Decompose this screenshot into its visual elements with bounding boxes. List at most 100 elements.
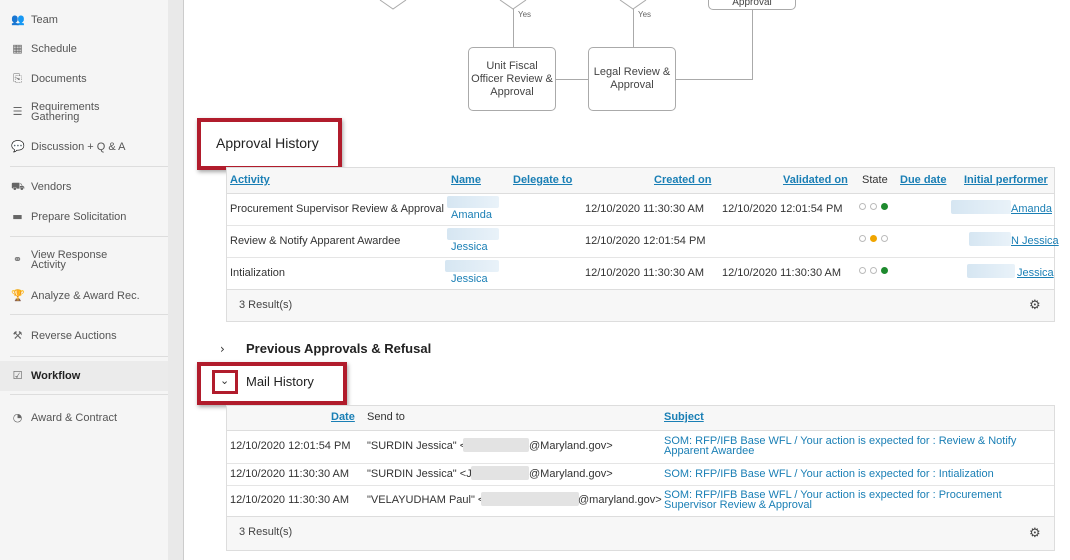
col-created[interactable]: Created on — [654, 174, 711, 186]
sidebar-item-label: Workflow — [31, 370, 81, 382]
sidebar-item-label: Vendors — [31, 181, 72, 193]
performer-link[interactable]: Amanda — [1011, 203, 1052, 215]
performer-link[interactable]: Jessica — [1017, 267, 1054, 279]
redacted-performer — [967, 264, 1015, 278]
sidebar-item-prepare-solicitation[interactable]: ▬ Prepare Solicitation — [0, 203, 168, 231]
created-cell: 12/10/2020 11:30:30 AM — [585, 203, 705, 215]
col-due[interactable]: Due date — [900, 174, 946, 186]
col-activity[interactable]: Activity — [230, 174, 270, 186]
sidebar-item-label: View Response Activity — [31, 249, 108, 271]
approval-history-title: Approval History — [216, 135, 319, 151]
performer-link[interactable]: N Jessica — [1011, 235, 1059, 247]
validated-cell: 12/10/2020 12:01:54 PM — [722, 203, 843, 215]
team-icon: 👥 — [11, 13, 25, 26]
date-cell: 12/10/2020 11:30:30 AM — [230, 468, 350, 480]
connector — [675, 79, 753, 80]
state-dot — [859, 203, 866, 210]
validated-cell: 12/10/2020 11:30:30 AM — [722, 267, 842, 279]
sidebar-divider — [10, 356, 168, 357]
chevron-down-icon[interactable]: ⌄ — [220, 374, 229, 387]
sidebar-separator — [183, 0, 184, 560]
sidebar-item-schedule[interactable]: ▦ Schedule — [0, 35, 168, 63]
name-link[interactable]: Jessica — [451, 273, 488, 285]
document-icon: ⎘ — [13, 72, 22, 85]
fiscal-officer-step: Unit Fiscal Officer Review & Approval — [468, 47, 556, 111]
name-link[interactable]: Jessica — [451, 241, 488, 253]
activity-cell: Procurement Supervisor Review & Approval — [230, 203, 444, 215]
connector — [555, 79, 588, 80]
sidebar-item-label: Discussion + Q & A — [31, 141, 126, 153]
redacted-performer — [951, 200, 1011, 214]
sidebar-divider — [10, 314, 168, 315]
redacted-email — [481, 492, 579, 506]
state-dot — [859, 235, 866, 242]
redacted-name — [447, 228, 499, 240]
trophy-icon: 🏆 — [11, 289, 25, 302]
sidebar-gutter — [168, 0, 183, 560]
activity-cell: Intialization — [230, 267, 286, 279]
sidebar-item-documents[interactable]: ⎘ Documents — [0, 65, 168, 93]
col-delegate[interactable]: Delegate to — [513, 174, 572, 186]
previous-approvals-toggle[interactable]: Previous Approvals & Refusal — [246, 341, 431, 356]
state-dot-active — [881, 203, 888, 210]
binoculars-icon: ⚭ — [12, 253, 23, 266]
sidebar-item-label: Prepare Solicitation — [31, 211, 127, 223]
results-count: 3 Result(s) — [239, 526, 293, 538]
subject-link[interactable]: SOM: RFP/IFB Base WFL / Your action is e… — [664, 490, 1044, 511]
connector — [513, 9, 514, 47]
sendto-name: "SURDIN Jessica" <J — [367, 468, 472, 480]
col-name[interactable]: Name — [451, 174, 481, 186]
sidebar-item-vendors[interactable]: ⛟ Vendors — [0, 173, 168, 201]
gear-icon[interactable]: ⚙ — [1029, 298, 1041, 313]
sidebar-item-workflow[interactable]: ☑ Workflow — [0, 361, 168, 391]
col-performer[interactable]: Initial performer — [964, 174, 1048, 186]
subject-link[interactable]: SOM: RFP/IFB Base WFL / Your action is e… — [664, 436, 1044, 457]
sidebar-item-analyze-award[interactable]: 🏆 Analyze & Award Rec. — [0, 282, 168, 310]
redacted-name — [445, 260, 499, 272]
date-cell: 12/10/2020 12:01:54 PM — [230, 440, 351, 452]
row-divider — [227, 225, 1054, 226]
sidebar-item-label: Requirements Gathering — [31, 101, 100, 123]
sidebar-item-label: Team — [31, 14, 58, 26]
sidebar-item-view-response[interactable]: ⚭ View Response Activity — [0, 246, 168, 274]
sendto-name: "SURDIN Jessica" < — [367, 440, 467, 452]
table-footer: 3 Result(s) ⚙ — [227, 289, 1054, 321]
sidebar-item-label: Schedule — [31, 43, 77, 55]
row-divider — [227, 463, 1054, 464]
sidebar-item-team[interactable]: 👥 Team — [0, 6, 168, 34]
sidebar-item-award-contract[interactable]: ◔ Award & Contract — [0, 404, 168, 432]
sidebar-item-label: Analyze & Award Rec. — [31, 290, 140, 302]
sendto-domain: @Maryland.gov> — [529, 440, 613, 452]
results-count: 3 Result(s) — [239, 299, 293, 311]
truck-icon: ⛟ — [11, 180, 25, 193]
folder-icon: ▬ — [12, 210, 23, 223]
col-subject[interactable]: Subject — [664, 411, 704, 423]
sidebar-divider — [10, 394, 168, 395]
yes-label: Yes — [638, 10, 652, 19]
chevron-right-icon[interactable]: › — [220, 342, 225, 356]
step-label: Legal Review & Approval — [593, 66, 671, 91]
chat-icon: 💬 — [11, 140, 25, 153]
sendto-name: "VELAYUDHAM Paul" < — [367, 494, 485, 506]
gear-icon[interactable]: ⚙ — [1029, 526, 1041, 541]
sidebar-item-reverse-auctions[interactable]: ⚒ Reverse Auctions — [0, 322, 168, 350]
subject-link[interactable]: SOM: RFP/IFB Base WFL / Your action is e… — [664, 469, 994, 480]
row-divider — [227, 257, 1054, 258]
col-validated[interactable]: Validated on — [783, 174, 848, 186]
sidebar-item-requirements[interactable]: ☰ Requirements Gathering — [0, 98, 168, 126]
col-state: State — [862, 174, 888, 186]
state-dot — [881, 235, 888, 242]
legal-review-step: Legal Review & Approval — [588, 47, 676, 111]
sidebar: 👥 Team ▦ Schedule ⎘ Documents ☰ Requirem… — [0, 0, 168, 560]
redacted-name — [447, 196, 499, 208]
step-label: Approval — [732, 0, 772, 8]
connector — [752, 9, 753, 80]
date-cell: 12/10/2020 11:30:30 AM — [230, 494, 350, 506]
sidebar-item-discussion[interactable]: 💬 Discussion + Q & A — [0, 133, 168, 161]
name-link[interactable]: Amanda — [451, 209, 492, 221]
activity-cell: Review & Notify Apparent Awardee — [230, 235, 401, 247]
dashboard-icon: ◔ — [12, 411, 23, 424]
col-date[interactable]: Date — [331, 411, 355, 423]
checkbox-icon: ☑ — [12, 369, 23, 382]
sidebar-divider — [10, 166, 168, 167]
